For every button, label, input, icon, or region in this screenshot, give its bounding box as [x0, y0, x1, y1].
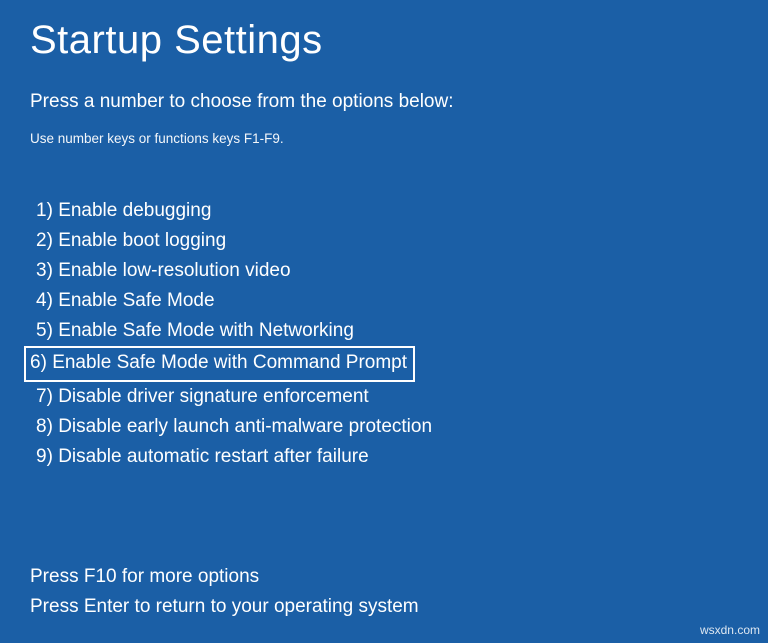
option-4[interactable]: 4) Enable Safe Mode	[30, 286, 221, 316]
option-5[interactable]: 5) Enable Safe Mode with Networking	[30, 316, 360, 346]
key-hint-text: Use number keys or functions keys F1-F9.	[30, 131, 738, 146]
footer-instructions: Press F10 for more options Press Enter t…	[30, 562, 738, 621]
option-2[interactable]: 2) Enable boot logging	[30, 226, 232, 256]
option-7[interactable]: 7) Disable driver signature enforcement	[30, 382, 375, 412]
page-title: Startup Settings	[30, 18, 738, 63]
option-8[interactable]: 8) Disable early launch anti-malware pro…	[30, 412, 438, 442]
instruction-text: Press a number to choose from the option…	[30, 91, 738, 113]
option-3[interactable]: 3) Enable low-resolution video	[30, 256, 297, 286]
startup-settings-screen: Startup Settings Press a number to choos…	[0, 0, 768, 621]
watermark-text: wsxdn.com	[700, 623, 760, 637]
return-text: Press Enter to return to your operating …	[30, 592, 738, 621]
more-options-text: Press F10 for more options	[30, 562, 738, 591]
boot-options-list: 1) Enable debugging 2) Enable boot loggi…	[30, 196, 738, 472]
option-9[interactable]: 9) Disable automatic restart after failu…	[30, 442, 375, 472]
option-6[interactable]: 6) Enable Safe Mode with Command Prompt	[24, 346, 415, 382]
option-1[interactable]: 1) Enable debugging	[30, 196, 217, 226]
